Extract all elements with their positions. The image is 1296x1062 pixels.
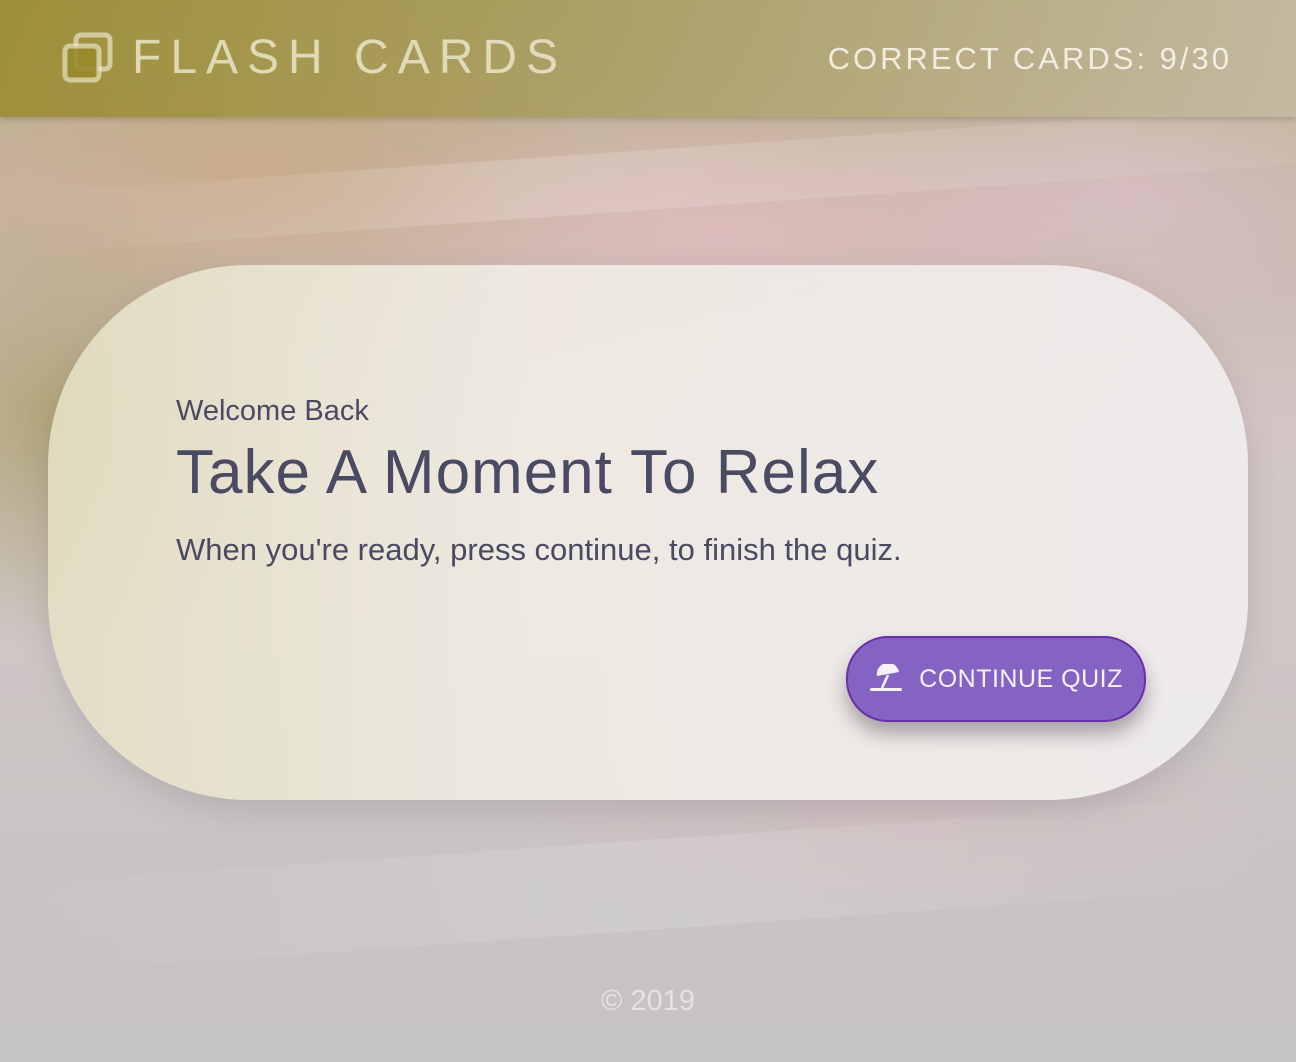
welcome-card: Welcome Back Take A Moment To Relax When… bbox=[48, 265, 1248, 800]
copyright: © 2019 bbox=[601, 985, 695, 1017]
flash-cards-icon bbox=[62, 32, 114, 84]
card-title: Take A Moment To Relax bbox=[176, 438, 880, 507]
correct-cards-counter: CORRECT CARDS: 9/30 bbox=[827, 41, 1232, 76]
card-message: When you're ready, press continue, to fi… bbox=[176, 532, 902, 567]
top-app-bar: FLASH CARDS CORRECT CARDS: 9/30 bbox=[0, 0, 1296, 117]
background-streak bbox=[0, 104, 1296, 256]
card-greeting: Welcome Back bbox=[176, 395, 369, 427]
beach-umbrella-icon bbox=[869, 662, 903, 694]
background-streak bbox=[0, 794, 1296, 976]
continue-quiz-label: CONTINUE QUIZ bbox=[919, 664, 1123, 693]
brand[interactable]: FLASH CARDS bbox=[62, 32, 567, 84]
continue-quiz-button[interactable]: CONTINUE QUIZ bbox=[846, 636, 1146, 722]
app-title: FLASH CARDS bbox=[132, 31, 568, 84]
